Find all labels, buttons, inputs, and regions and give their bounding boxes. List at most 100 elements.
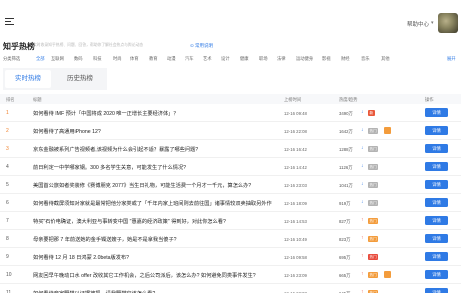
category-item[interactable]: 职场 xyxy=(259,56,268,62)
category-item[interactable]: 汽车 xyxy=(185,56,194,62)
chevron-down-icon[interactable]: ▾ xyxy=(431,20,434,26)
category-item[interactable]: 互联网 xyxy=(51,56,64,62)
avatar[interactable] xyxy=(438,13,458,33)
table-row[interactable]: 1 如何看待 IMF 预计「中国将成 2020 唯一正增长主要经济体」？ 12-16… xyxy=(0,104,461,122)
detail-button[interactable]: 详情 xyxy=(425,288,448,293)
table-row[interactable]: 11如何看待商家野猫以证据被把，请我野猫空该怎么看?12-16 22:03645… xyxy=(0,284,461,293)
question-title[interactable]: 如何看待了高通用iPhone 12? xyxy=(33,128,101,135)
rank-number: 3 xyxy=(6,146,9,152)
detail-button[interactable]: 详情 xyxy=(425,108,448,117)
question-title[interactable]: 京东金融被系列广告视频者,该视频为什么会引起不适？暴露了哪些问题? xyxy=(33,146,198,153)
detail-button[interactable]: 详情 xyxy=(425,126,448,135)
status-badge: 热门 xyxy=(368,235,379,242)
rank-number: 7 xyxy=(6,218,9,224)
trend-up-icon: ↑ xyxy=(361,235,364,241)
detail-button[interactable]: 详情 xyxy=(425,144,448,153)
heat-value: 1041万 xyxy=(339,182,353,188)
category-item[interactable]: 法律 xyxy=(277,56,286,62)
category-item[interactable]: 影视 xyxy=(322,56,331,62)
listed-time: 12-16 09:58 xyxy=(284,254,307,260)
question-title[interactable]: 母亲要把那 7 年前送她的金手镯送嫂子，她是不是拿我当傻子? xyxy=(33,236,177,243)
listed-time: 12-16 10:49 xyxy=(284,236,307,242)
page-header: 知乎热榜 实时收录知乎热榜、问题、回答，帮助你了解社会热点与舆论动态 ⊙ 常用说… xyxy=(3,41,458,51)
category-item[interactable]: 音乐 xyxy=(361,56,370,62)
rank-number: 1 xyxy=(6,110,9,116)
heat-value: 665万 xyxy=(339,272,351,278)
question-title[interactable]: 前日利定一中学哪家钢。300 多名学生关意，可能发生了什么情况? xyxy=(33,164,186,171)
category-item[interactable]: 全部 xyxy=(36,56,45,62)
listed-time: 12-16 18:09 xyxy=(284,200,307,206)
heat-value: 1126万 xyxy=(339,164,353,170)
detail-button[interactable]: 详情 xyxy=(425,162,448,171)
category-item[interactable]: 数码 xyxy=(74,56,83,62)
category-item[interactable]: 艺术 xyxy=(203,56,212,62)
listed-time: 12-16 22:08 xyxy=(284,128,307,134)
detail-button[interactable]: 详情 xyxy=(425,180,448,189)
tab-history-hotlist[interactable]: 历史热榜 xyxy=(57,70,103,88)
category-item[interactable]: 财经 xyxy=(341,56,350,62)
menu-icon[interactable] xyxy=(5,18,14,26)
rank-number: 5 xyxy=(6,182,9,188)
heat-value: 1642万 xyxy=(339,128,353,134)
category-item[interactable]: 体育 xyxy=(130,56,139,62)
help-center-link[interactable]: 帮助中心 xyxy=(407,20,429,28)
table-header: 排名 标题 上榜时间 热度/趋势 操作 xyxy=(0,94,461,104)
status-badge: 热门 xyxy=(368,289,379,293)
page-subtitle: 实时收录知乎热榜、问题、回答，帮助你了解社会热点与舆论动态 xyxy=(33,43,144,47)
status-badge: 热门 xyxy=(368,271,379,278)
trend-down-icon: ↓ xyxy=(361,181,364,187)
listed-time: 12-16 09:48 xyxy=(284,110,307,116)
trend-up-icon: ↑ xyxy=(361,271,364,277)
status-badge: 热门 xyxy=(368,163,379,170)
question-title[interactable]: 如何看待 IMF 预计「中国将成 2020 唯一正增长主要经济体」？ xyxy=(33,110,179,117)
question-title[interactable]: 如何看待 12 月 18 日鸿蒙 2.0beta版发布? xyxy=(33,254,129,261)
heat-value: 695万 xyxy=(339,254,351,260)
header-heat: 热度/趋势 xyxy=(339,96,358,102)
header-time: 上榜时间 xyxy=(284,96,302,102)
table-row[interactable]: 5 美国首公旅如者奖装修《赛博朋克 2077》当生日礼物，可能生活费一个月才一千元… xyxy=(0,176,461,194)
status-badge: 热门 xyxy=(368,199,379,206)
category-item[interactable]: 展开 xyxy=(447,56,456,62)
heat-value: 919万 xyxy=(339,200,351,206)
heat-value: 827万 xyxy=(339,218,351,224)
table-row[interactable]: 2 如何看待了高通用iPhone 12? 12-16 22:08 1642万 ↓ 热门 详情 xyxy=(0,122,461,140)
category-item[interactable]: 动漫 xyxy=(167,56,176,62)
table-row[interactable]: 6 如何看待截屏须知对家就是最常把他分家类或了「千年内家上班间则去前往国」诸事情较… xyxy=(0,194,461,212)
category-item[interactable]: 设计 xyxy=(221,56,230,62)
category-item[interactable]: 运动健身 xyxy=(296,56,313,62)
category-item[interactable]: 教育 xyxy=(149,56,158,62)
question-title[interactable]: 美国首公旅如者奖装修《赛博朋克 2077》当生日礼物，可能生活费一个月才一千元，… xyxy=(33,182,251,189)
question-title[interactable]: 如何看待截屏须知对家就是最常把他分家类或了「千年内家上班间则去前往国」诸事情较双… xyxy=(33,200,272,207)
status-badge: 热门 xyxy=(368,253,379,260)
heat-value: 3490万 xyxy=(339,110,353,116)
table-row[interactable]: 10 网友回早午晚动口水 offer 改收其它工作机会，之后公司派后，该怎么办? … xyxy=(0,266,461,284)
usage-guide-link[interactable]: ⊙ 常用说明 xyxy=(190,43,213,49)
status-badge: 热门 xyxy=(368,181,379,188)
table-row[interactable]: 3 京东金融被系列广告视频者,该视频为什么会引起不适？暴露了哪些问题? 12-16 … xyxy=(0,140,461,158)
table-row[interactable]: 8 母亲要把那 7 年前送她的金手镯送嫂子，她是不是拿我当傻子? 12-16 10:… xyxy=(0,230,461,248)
category-item[interactable]: 其他 xyxy=(381,56,390,62)
category-item[interactable]: 时尚 xyxy=(113,56,122,62)
question-title[interactable]: 网友回早午晚动口水 offer 改收其它工作机会，之后公司派后，该怎么办? 如何… xyxy=(33,272,256,279)
rank-number: 9 xyxy=(6,254,9,260)
detail-button[interactable]: 详情 xyxy=(425,270,448,279)
listed-time: 12-16 23:09 xyxy=(284,272,307,278)
category-item[interactable]: 健康 xyxy=(240,56,249,62)
tab-live-hotlist[interactable]: 实时热榜 xyxy=(5,70,51,88)
detail-button[interactable]: 详情 xyxy=(425,234,448,243)
table-row[interactable]: 9 如何看待 12 月 18 日鸿蒙 2.0beta版发布? 12-16 09:58… xyxy=(0,248,461,266)
page-title: 知乎热榜 xyxy=(3,42,35,51)
trend-down-icon: ↓ xyxy=(361,163,364,169)
heat-value: 823万 xyxy=(339,236,351,242)
question-title[interactable]: 特买"石价电确证，澳大利亚与事转变中国 "惠嘉的经济政策" 得到好，对此你怎么看… xyxy=(33,218,226,225)
table-row[interactable]: 4 前日利定一中学哪家钢。300 多名学生关意，可能发生了什么情况? 12-16 1… xyxy=(0,158,461,176)
tab-switcher: 实时热榜 历史热榜 xyxy=(3,68,107,90)
header-action: 操作 xyxy=(425,96,434,102)
header-title: 标题 xyxy=(33,96,42,102)
detail-button[interactable]: 详情 xyxy=(425,252,448,261)
category-item[interactable]: 科技 xyxy=(93,56,102,62)
table-row[interactable]: 7 特买"石价电确证，澳大利亚与事转变中国 "惠嘉的经济政策" 得到好，对此你怎么… xyxy=(0,212,461,230)
detail-button[interactable]: 详情 xyxy=(425,198,448,207)
detail-button[interactable]: 详情 xyxy=(425,216,448,225)
listed-time: 12-16 14:53 xyxy=(284,218,307,224)
